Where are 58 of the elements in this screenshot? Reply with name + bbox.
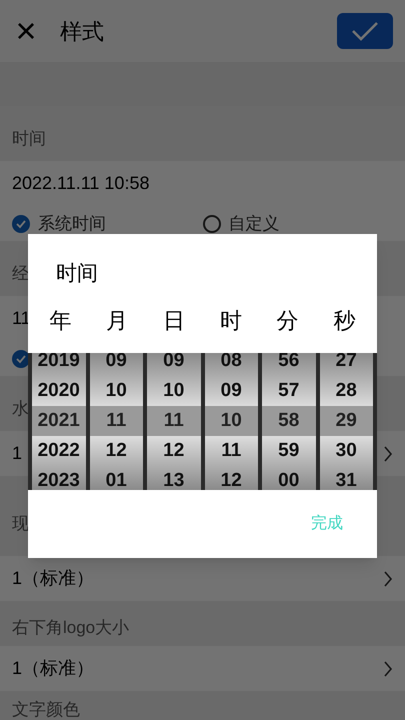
wheel-item[interactable]: 2019 [32, 352, 86, 376]
value-text[interactable]: 1（标准） [12, 655, 94, 682]
radio-label: 自定义 [228, 212, 280, 235]
column-header: 时 [218, 306, 243, 334]
chevron-right-icon [383, 570, 393, 588]
radio-label: 系统时间 [38, 212, 106, 235]
wheel-item[interactable]: 12 [90, 436, 143, 466]
section-label: 文字颜色 [12, 699, 80, 720]
section-label: 时间 [12, 128, 46, 150]
chevron-right-icon [383, 444, 393, 462]
wheel-item[interactable]: 10 [204, 406, 258, 436]
wheel-item[interactable]: 56 [262, 352, 316, 376]
confirm-button[interactable] [337, 13, 393, 49]
column-header: 分 [276, 306, 300, 334]
wheel-item[interactable]: 29 [320, 406, 373, 436]
dialog-title: 时间 [55, 261, 99, 287]
wheel-item[interactable]: 10 [147, 376, 200, 406]
wheel-item[interactable]: 12 [147, 436, 200, 466]
column-header: 月 [105, 306, 130, 334]
section-label: 现 [12, 512, 29, 534]
radio-checked-icon[interactable] [12, 214, 30, 232]
wheel-item[interactable]: 2021 [32, 406, 86, 436]
wheel-item[interactable]: 00 [262, 466, 316, 490]
wheel-item[interactable]: 28 [320, 376, 373, 406]
wheel-item[interactable]: 10 [90, 376, 143, 406]
wheel-item[interactable]: 01 [90, 466, 143, 490]
wheel-item[interactable]: 11 [204, 436, 258, 466]
check-icon [350, 20, 380, 42]
column-header: 日 [162, 306, 186, 334]
value-text: 2022.11.11 10:58 [12, 172, 150, 195]
value-text[interactable]: 1（标准） [12, 565, 94, 592]
column-header: 秒 [332, 306, 357, 334]
wheel-item[interactable]: 08 [204, 352, 258, 376]
wheel-item[interactable]: 09 [204, 376, 258, 406]
value-text: 11 [12, 307, 31, 330]
value-text[interactable]: 1 [12, 440, 22, 467]
wheel-item[interactable]: 27 [320, 352, 373, 376]
section-label: 经 [12, 262, 29, 284]
wheel-item[interactable]: 13 [147, 466, 200, 490]
wheel-item[interactable]: 11 [90, 406, 143, 436]
wheel-item[interactable]: 09 [147, 352, 200, 376]
wheel-item[interactable]: 09 [90, 352, 143, 376]
wheel-item[interactable]: 2023 [32, 466, 86, 490]
section-label: 右下角logo大小 [12, 616, 130, 638]
close-button[interactable]: × [12, 13, 40, 49]
wheel-item[interactable]: 30 [320, 436, 373, 466]
wheel-item[interactable]: 2022 [32, 436, 86, 466]
wheel-item[interactable]: 31 [320, 466, 373, 490]
wheel-item[interactable]: 58 [262, 406, 316, 436]
wheel-item[interactable]: 2020 [32, 376, 86, 406]
page-title: 样式 [60, 18, 104, 46]
column-header: 年 [48, 306, 72, 334]
wheel-item[interactable]: 12 [204, 466, 258, 490]
section-label: 水 [12, 398, 29, 420]
wheel-item[interactable]: 57 [262, 376, 316, 406]
wheel-item[interactable]: 11 [147, 406, 200, 436]
wheel-item[interactable]: 59 [262, 436, 316, 466]
chevron-right-icon [383, 660, 393, 678]
